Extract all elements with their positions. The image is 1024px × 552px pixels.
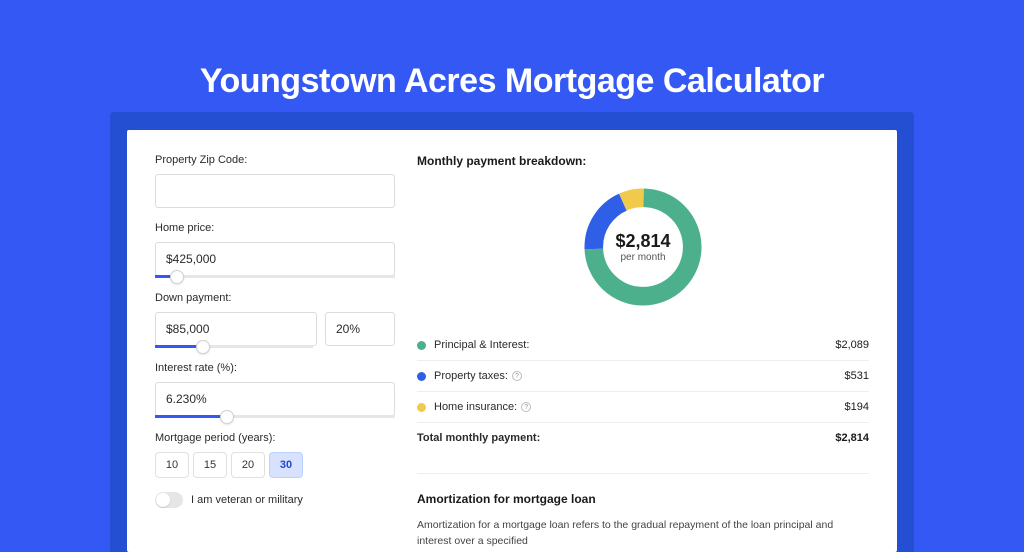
breakdown-list: Principal & Interest: $2,089 Property ta…: [417, 330, 869, 453]
calculator-card: Property Zip Code: Home price: Down paym…: [127, 130, 897, 552]
breakdown-value: $2,089: [835, 339, 869, 351]
period-btn-30[interactable]: 30: [269, 452, 303, 478]
donut-chart-wrap: $2,814 per month: [417, 182, 869, 312]
down-payment-slider[interactable]: [155, 345, 313, 348]
breakdown-row-total: Total monthly payment: $2,814: [417, 422, 869, 453]
home-price-input[interactable]: [155, 242, 395, 276]
form-column: Property Zip Code: Home price: Down paym…: [155, 154, 395, 528]
home-price-slider[interactable]: [155, 275, 395, 278]
interest-slider[interactable]: [155, 415, 395, 418]
slider-thumb[interactable]: [220, 410, 234, 424]
legend-dot: [417, 341, 426, 350]
veteran-label: I am veteran or military: [191, 494, 303, 506]
info-icon[interactable]: ?: [521, 402, 531, 412]
interest-label: Interest rate (%):: [155, 362, 395, 374]
breakdown-label: Home insurance: ?: [434, 401, 845, 413]
veteran-toggle-row: I am veteran or military: [155, 492, 395, 508]
interest-field-group: Interest rate (%):: [155, 362, 395, 418]
legend-dot: [417, 372, 426, 381]
breakdown-column: Monthly payment breakdown: $2,814 per mo…: [417, 154, 869, 528]
period-label: Mortgage period (years):: [155, 432, 395, 444]
amortization-section: Amortization for mortgage loan Amortizat…: [417, 473, 869, 550]
down-payment-input[interactable]: [155, 312, 317, 346]
down-payment-field-group: Down payment:: [155, 292, 395, 348]
amortization-text: Amortization for a mortgage loan refers …: [417, 518, 869, 550]
period-field-group: Mortgage period (years): 10 15 20 30: [155, 432, 395, 478]
breakdown-value: $194: [845, 401, 869, 413]
breakdown-value: $531: [845, 370, 869, 382]
toggle-knob: [156, 493, 170, 507]
legend-dot: [417, 403, 426, 412]
slider-thumb[interactable]: [170, 270, 184, 284]
info-icon[interactable]: ?: [512, 371, 522, 381]
period-options: 10 15 20 30: [155, 452, 395, 478]
slider-fill: [155, 415, 227, 418]
zip-label: Property Zip Code:: [155, 154, 395, 166]
amortization-title: Amortization for mortgage loan: [417, 492, 869, 506]
breakdown-row-principal: Principal & Interest: $2,089: [417, 330, 869, 360]
donut-amount: $2,814: [615, 231, 670, 252]
breakdown-row-insurance: Home insurance: ? $194: [417, 391, 869, 422]
home-price-label: Home price:: [155, 222, 395, 234]
veteran-toggle[interactable]: [155, 492, 183, 508]
zip-input[interactable]: [155, 174, 395, 208]
donut-sub: per month: [615, 252, 670, 263]
down-payment-pct-input[interactable]: [325, 312, 395, 346]
period-btn-15[interactable]: 15: [193, 452, 227, 478]
donut-center: $2,814 per month: [615, 231, 670, 263]
zip-field-group: Property Zip Code:: [155, 154, 395, 208]
breakdown-total-value: $2,814: [835, 432, 869, 444]
down-payment-label: Down payment:: [155, 292, 395, 304]
slider-thumb[interactable]: [196, 340, 210, 354]
breakdown-row-taxes: Property taxes: ? $531: [417, 360, 869, 391]
period-btn-10[interactable]: 10: [155, 452, 189, 478]
home-price-field-group: Home price:: [155, 222, 395, 278]
donut-chart: $2,814 per month: [578, 182, 708, 312]
breakdown-title: Monthly payment breakdown:: [417, 154, 869, 168]
period-btn-20[interactable]: 20: [231, 452, 265, 478]
breakdown-label: Principal & Interest:: [434, 339, 835, 351]
interest-input[interactable]: [155, 382, 395, 416]
breakdown-total-label: Total monthly payment:: [417, 432, 835, 444]
breakdown-label: Property taxes: ?: [434, 370, 845, 382]
page-title: Youngstown Acres Mortgage Calculator: [0, 0, 1024, 127]
